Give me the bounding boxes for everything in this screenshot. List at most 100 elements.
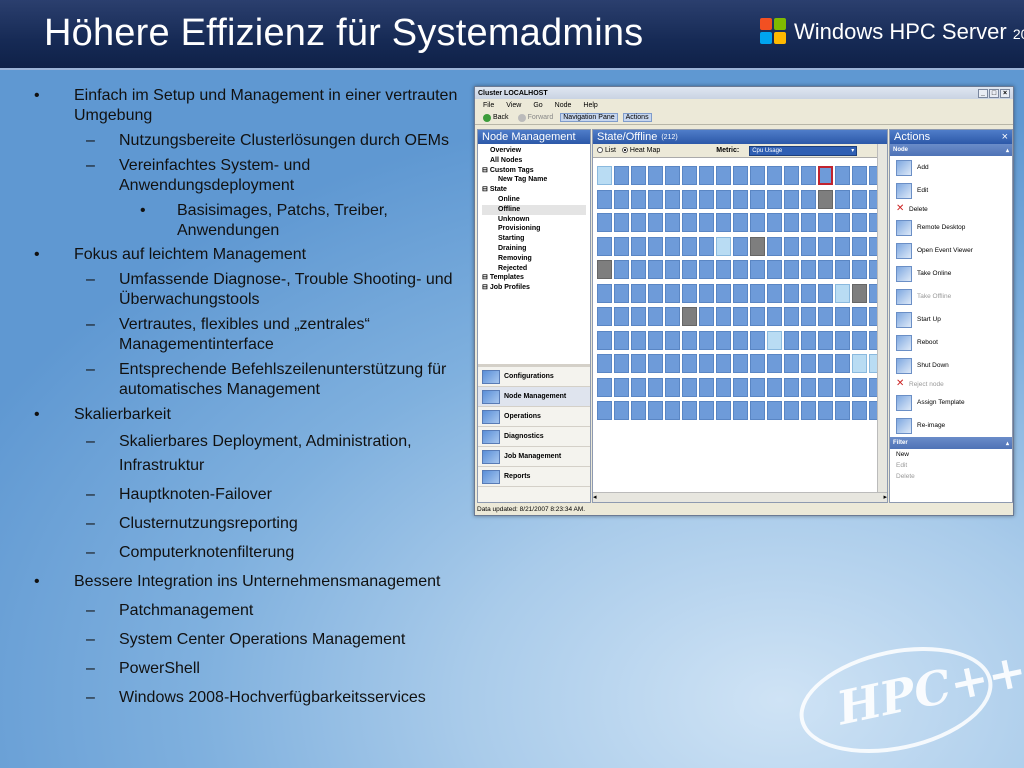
heat-map-cell[interactable] (801, 330, 816, 350)
filter-edit[interactable]: Edit (890, 460, 1012, 471)
horizontal-scrollbar[interactable]: ◂ ▸ (593, 492, 887, 502)
heat-map-cell[interactable] (648, 330, 663, 350)
heat-map-cell[interactable] (699, 307, 714, 326)
heat-map-cell[interactable] (818, 283, 833, 303)
heat-map-cell[interactable] (597, 166, 612, 185)
action-shut-down[interactable]: Shut Down (890, 354, 1012, 377)
tree-item[interactable]: Unknown (482, 215, 586, 225)
scroll-right-icon[interactable]: ▸ (883, 493, 887, 502)
heat-map-cell[interactable] (818, 330, 833, 350)
heat-map-cell[interactable] (716, 354, 731, 373)
heat-map-cell[interactable] (750, 283, 765, 303)
heat-map-cell[interactable] (767, 166, 782, 185)
heat-map-cell[interactable] (597, 354, 612, 373)
heat-map-cell[interactable] (818, 236, 833, 256)
heat-map-cell[interactable] (631, 189, 646, 209)
heat-map-cell[interactable] (852, 354, 867, 373)
nav-item-reports[interactable]: Reports (478, 467, 590, 487)
heat-map-cell[interactable] (767, 236, 782, 256)
heat-map-cell[interactable] (682, 377, 697, 397)
heat-map-cell[interactable] (750, 236, 765, 256)
heat-map-cell[interactable] (852, 330, 867, 350)
nav-item-diagnostics[interactable]: Diagnostics (478, 427, 590, 447)
menu-item-view[interactable]: View (506, 102, 521, 109)
nav-item-node-management[interactable]: Node Management (478, 387, 590, 407)
heat-map-cell[interactable] (750, 166, 765, 185)
heat-map-cell[interactable] (665, 213, 680, 232)
action-open-event-viewer[interactable]: Open Event Viewer (890, 239, 1012, 262)
heat-map-cell[interactable] (852, 189, 867, 209)
action-start-up[interactable]: Start Up (890, 308, 1012, 331)
tree-item[interactable]: ⊟ Job Profiles (482, 283, 586, 293)
heatmap-radio[interactable]: Heat Map (621, 147, 660, 154)
heat-map-cell[interactable] (665, 260, 680, 279)
heat-map-cell[interactable] (750, 213, 765, 232)
heat-map-cell[interactable] (648, 354, 663, 373)
scroll-left-icon[interactable]: ◂ (593, 493, 597, 502)
heat-map-cell[interactable] (716, 166, 731, 185)
heat-map-cell[interactable] (665, 377, 680, 397)
filter-new[interactable]: New (890, 449, 1012, 460)
heat-map-cell[interactable] (784, 307, 799, 326)
heat-map-cell[interactable] (682, 166, 697, 185)
action-remote-desktop[interactable]: Remote Desktop (890, 216, 1012, 239)
heat-map-cell[interactable] (733, 166, 748, 185)
metric-select[interactable]: Cpu Usage ▾ (749, 145, 858, 156)
action-take-online[interactable]: Take Online (890, 262, 1012, 285)
heat-map-cell[interactable] (835, 330, 850, 350)
heat-map-cell[interactable] (835, 401, 850, 420)
heat-map-cell[interactable] (818, 189, 833, 209)
heat-map-cell[interactable] (682, 401, 697, 420)
heat-map-cell[interactable] (597, 330, 612, 350)
heat-map-cell[interactable] (648, 377, 663, 397)
heat-map-cell[interactable] (818, 260, 833, 279)
heat-map-cell[interactable] (750, 330, 765, 350)
heat-map-cell[interactable] (716, 283, 731, 303)
heat-map-cell[interactable] (750, 189, 765, 209)
heat-map-cell[interactable] (597, 283, 612, 303)
tree-item[interactable]: All Nodes (482, 156, 586, 166)
heat-map-cell[interactable] (801, 166, 816, 185)
tree-item[interactable]: Rejected (482, 264, 586, 274)
heat-map-cell[interactable] (699, 260, 714, 279)
heat-map-cell[interactable] (801, 283, 816, 303)
tree-item[interactable]: New Tag Name (482, 175, 586, 185)
heat-map-cell[interactable] (631, 213, 646, 232)
heat-map-cell[interactable] (597, 307, 612, 326)
heat-map-cell[interactable] (818, 377, 833, 397)
heat-map-cell[interactable] (852, 166, 867, 185)
tree-item[interactable]: Starting (482, 234, 586, 244)
filter-section-header[interactable]: Filter ▴ (890, 437, 1012, 449)
tree-item[interactable]: Draining (482, 244, 586, 254)
nav-item-operations[interactable]: Operations (478, 407, 590, 427)
heat-map-cell[interactable] (835, 354, 850, 373)
heat-map-cell[interactable] (665, 236, 680, 256)
node-section-header[interactable]: Node ▴ (890, 144, 1012, 156)
heat-map-cell[interactable] (631, 330, 646, 350)
heat-map-cell[interactable] (801, 213, 816, 232)
heat-map-cell[interactable] (750, 401, 765, 420)
action-re-image[interactable]: Re-image (890, 414, 1012, 437)
heat-map-cell[interactable] (699, 377, 714, 397)
heat-map-cell[interactable] (801, 236, 816, 256)
tree-item[interactable]: Removing (482, 254, 586, 264)
heat-map-cell[interactable] (648, 260, 663, 279)
heat-map-cell[interactable] (631, 166, 646, 185)
heat-map-cell[interactable] (614, 166, 629, 185)
heat-map-cell[interactable] (767, 260, 782, 279)
heat-map-cell[interactable] (835, 236, 850, 256)
heat-map-cell[interactable] (835, 213, 850, 232)
heat-map-cell[interactable] (631, 283, 646, 303)
heat-map-cell[interactable] (648, 283, 663, 303)
heat-map-cell[interactable] (835, 189, 850, 209)
heat-map-cell[interactable] (818, 401, 833, 420)
heat-map-cell[interactable] (597, 377, 612, 397)
heat-map-cell[interactable] (801, 189, 816, 209)
heat-map-cell[interactable] (665, 189, 680, 209)
heat-map-cell[interactable] (716, 377, 731, 397)
heat-map-cell[interactable] (614, 283, 629, 303)
heat-map-cell[interactable] (852, 401, 867, 420)
heat-map-cell[interactable] (784, 354, 799, 373)
back-button[interactable]: Back (481, 113, 511, 122)
heat-map-cell[interactable] (597, 189, 612, 209)
